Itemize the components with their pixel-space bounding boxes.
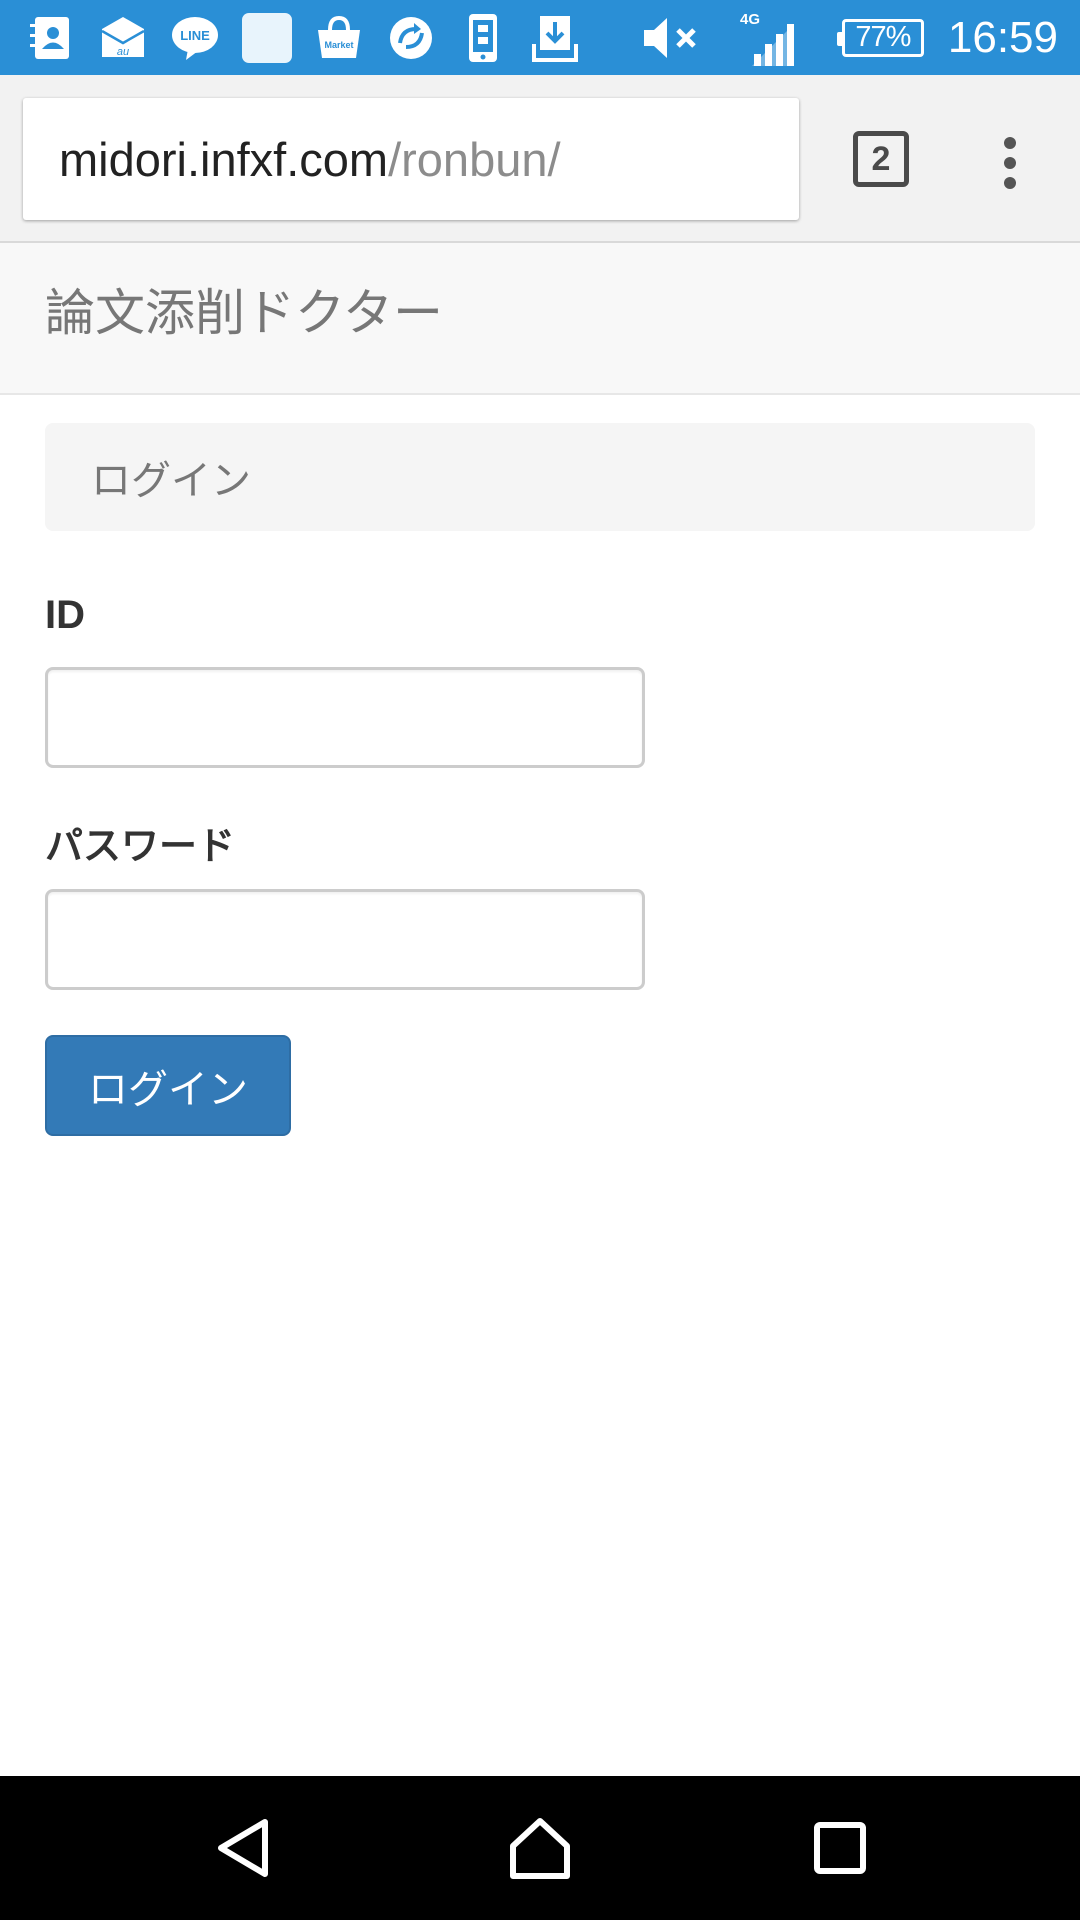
overflow-menu-icon[interactable] xyxy=(990,133,1030,193)
menu-dot xyxy=(1004,157,1016,169)
password-label: パスワード xyxy=(45,824,236,868)
login-button[interactable]: ログイン xyxy=(45,1035,291,1136)
menu-dot xyxy=(1004,177,1016,189)
phone-transfer-icon xyxy=(458,13,508,63)
password-input[interactable] xyxy=(45,889,645,990)
site-navbar: 論文添削ドクター xyxy=(0,243,1080,395)
home-icon[interactable] xyxy=(490,1798,590,1898)
status-indicators: 4G 77% 16:59 xyxy=(642,0,1058,75)
contacts-icon xyxy=(26,13,76,63)
au-label: au xyxy=(117,46,129,58)
tab-switcher-button[interactable]: 2 xyxy=(853,131,909,187)
url-bar[interactable]: midori.infxf.com/ronbun/ xyxy=(23,98,799,220)
url-domain: midori.infxf.com xyxy=(59,132,389,186)
system-nav-bar xyxy=(0,1776,1080,1920)
blank-app-icon xyxy=(242,13,292,63)
notification-icons: au LINE Market xyxy=(26,12,580,64)
status-clock: 16:59 xyxy=(947,12,1058,62)
battery-icon: 77% xyxy=(836,18,924,57)
line-label: LINE xyxy=(180,28,210,43)
volume-mute-icon xyxy=(642,13,702,63)
browser-toolbar: midori.infxf.com/ronbun/ 2 xyxy=(0,75,1080,243)
sync-icon xyxy=(386,13,436,63)
line-icon: LINE xyxy=(170,13,220,63)
cell-signal-icon: 4G xyxy=(736,10,802,66)
login-panel-heading: ログイン xyxy=(45,423,1035,531)
id-input[interactable] xyxy=(45,667,645,768)
recents-icon[interactable] xyxy=(790,1798,890,1898)
au-mail-icon: au xyxy=(98,13,148,63)
site-brand-link[interactable]: 論文添削ドクター xyxy=(45,273,443,345)
network-type: 4G xyxy=(740,11,760,28)
id-label: ID xyxy=(45,593,85,637)
market-label: Market xyxy=(324,40,353,50)
status-bar: au LINE Market 4G 77% 16:59 xyxy=(0,0,1080,75)
download-icon xyxy=(530,13,580,63)
battery-percent: 77% xyxy=(855,21,911,53)
menu-dot xyxy=(1004,137,1016,149)
url-path: /ronbun/ xyxy=(388,132,561,186)
market-icon: Market xyxy=(314,13,364,63)
back-icon[interactable] xyxy=(193,1798,293,1898)
tab-count: 2 xyxy=(871,139,891,178)
